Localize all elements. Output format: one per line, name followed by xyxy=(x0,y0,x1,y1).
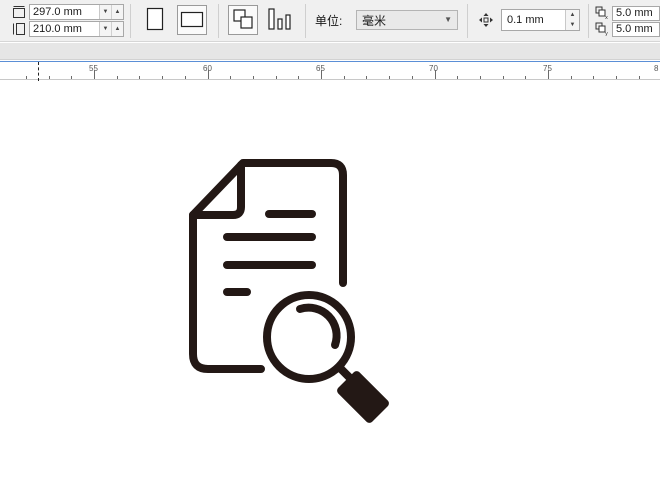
ruler-tick xyxy=(185,76,186,79)
ruler-cursor-marker xyxy=(38,62,39,81)
toolbar-separator xyxy=(218,4,219,38)
chevron-down-icon[interactable]: ▼ xyxy=(444,15,452,24)
chevron-down-icon[interactable]: ▼ xyxy=(100,22,111,36)
nudge-distance-field[interactable]: 0.1 mm ▲ ▼ xyxy=(501,9,580,31)
ruler-label: 70 xyxy=(429,64,438,73)
duplicate-y-row: y 5.0 mm xyxy=(595,21,660,37)
svg-text:y: y xyxy=(605,31,608,36)
ruler-tick xyxy=(389,76,390,79)
ruler-tick xyxy=(616,76,617,79)
all-pages-icon xyxy=(232,8,254,33)
duplicate-x-icon: x xyxy=(595,6,609,21)
toolbar-separator xyxy=(588,4,589,38)
chevron-down-icon[interactable]: ▼ xyxy=(566,20,579,30)
horizontal-ruler[interactable]: 55 60 65 70 75 8 xyxy=(0,61,660,81)
page-width-icon xyxy=(12,5,26,19)
ruler-tick xyxy=(344,76,345,79)
ruler-tick xyxy=(26,76,27,79)
ruler-tick xyxy=(525,76,526,79)
ruler-tick xyxy=(366,76,367,79)
nudge-spinner[interactable]: ▲ ▼ xyxy=(565,10,579,30)
duplicate-y-icon: y xyxy=(595,22,609,37)
landscape-page-icon xyxy=(180,10,204,31)
nudge-distance-value: 0.1 mm xyxy=(507,14,544,26)
current-page-icon xyxy=(267,7,293,34)
ruler-tick xyxy=(139,76,140,79)
chevron-up-icon[interactable]: ▲ xyxy=(111,5,123,19)
ruler-tick xyxy=(49,76,50,79)
ruler-tick xyxy=(94,70,95,79)
ruler-tick xyxy=(480,76,481,79)
ruler-tick xyxy=(548,70,549,79)
toolbar-separator xyxy=(467,4,468,38)
page-width-field[interactable]: 297.0 mm ▼ ▲ xyxy=(29,4,124,20)
page-width-row: 297.0 mm ▼ ▲ xyxy=(12,4,124,20)
landscape-button[interactable] xyxy=(177,5,207,35)
chevron-up-icon[interactable]: ▲ xyxy=(111,22,123,36)
page-width-value: 297.0 mm xyxy=(33,6,82,18)
ruler-tick xyxy=(117,76,118,79)
toolbar-separator xyxy=(130,4,131,38)
page-height-value: 210.0 mm xyxy=(33,23,82,35)
duplicate-y-field[interactable]: 5.0 mm xyxy=(612,21,660,37)
ruler-tick xyxy=(593,76,594,79)
page-height-icon xyxy=(12,22,26,36)
portrait-page-icon xyxy=(146,7,164,34)
all-pages-button[interactable] xyxy=(228,5,258,35)
portrait-button[interactable] xyxy=(140,5,170,35)
document-search-icon[interactable] xyxy=(183,151,403,434)
page-height-field[interactable]: 210.0 mm ▼ ▲ xyxy=(29,21,124,37)
ruler-tick xyxy=(457,76,458,79)
duplicate-x-field[interactable]: 5.0 mm xyxy=(612,5,660,21)
page-height-row: 210.0 mm ▼ ▲ xyxy=(12,21,124,37)
ruler-tick xyxy=(435,70,436,79)
ruler-label: 8 xyxy=(654,64,659,73)
ruler-tick xyxy=(639,76,640,79)
property-bar: 297.0 mm ▼ ▲ 210.0 mm ▼ ▲ 单位: 毫米 ▼ 0.1 m… xyxy=(0,0,660,42)
units-label: 单位: xyxy=(315,14,343,28)
page-height-spinner[interactable]: ▼ ▲ xyxy=(99,22,123,36)
units-selected-value: 毫米 xyxy=(362,13,387,28)
ruler-tick xyxy=(276,76,277,79)
ruler-tick xyxy=(503,76,504,79)
chevron-up-icon[interactable]: ▲ xyxy=(566,10,579,20)
ruler-tick xyxy=(230,76,231,79)
ruler-tick xyxy=(298,76,299,79)
nudge-icon xyxy=(478,12,494,31)
duplicate-x-row: x 5.0 mm xyxy=(595,5,660,21)
ruler-tick xyxy=(71,76,72,79)
ruler-tick xyxy=(571,76,572,79)
ruler-tick xyxy=(208,70,209,79)
current-page-button[interactable] xyxy=(265,5,295,35)
ruler-tick xyxy=(253,76,254,79)
drawing-canvas[interactable] xyxy=(0,81,660,483)
chevron-down-icon[interactable]: ▼ xyxy=(100,5,111,19)
ruler-tick xyxy=(162,76,163,79)
svg-text:x: x xyxy=(605,15,608,20)
toolbar-separator xyxy=(305,4,306,38)
units-select[interactable]: 毫米 ▼ xyxy=(356,10,458,30)
ruler-tick xyxy=(321,70,322,79)
document-tab-strip xyxy=(0,43,660,60)
ruler-tick xyxy=(412,76,413,79)
page-width-spinner[interactable]: ▼ ▲ xyxy=(99,5,123,19)
